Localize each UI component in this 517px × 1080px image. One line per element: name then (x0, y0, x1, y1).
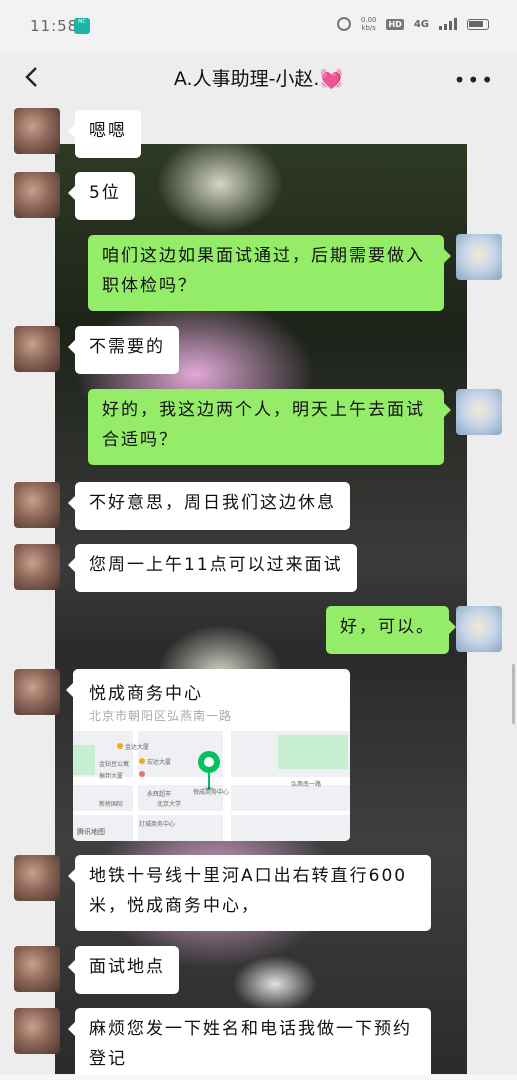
map-label: 新桥国际 (99, 801, 124, 808)
contact-avatar[interactable] (14, 172, 60, 218)
message-text: 好，可以。 (340, 617, 435, 637)
map-label: 金达大厦 (125, 744, 150, 751)
network-type: 4G (413, 18, 429, 30)
message-bubble[interactable]: 麻烦您发一下姓名和电话我做一下预约登记 (68, 1008, 431, 1075)
map-label: 北京大学 (157, 801, 182, 808)
bottom-edge (0, 1075, 517, 1080)
message-bubble[interactable]: 5位 (68, 172, 135, 220)
self-avatar[interactable] (456, 389, 502, 435)
location-map[interactable]: 金达大厦 宏达大厦 金钻豆公寓 振邦大厦 永辉超市 新桥国际 北京大学 灯城商务… (73, 731, 350, 841)
message-bubble[interactable]: 不好意思，周日我们这边休息 (68, 482, 350, 530)
message-bubble[interactable]: 您周一上午11点可以过来面试 (68, 544, 357, 592)
contact-avatar[interactable] (14, 108, 60, 154)
contact-avatar[interactable] (14, 544, 60, 590)
message-text: 地铁十号线十里河A口出右转直行600米，悦成商务中心， (89, 866, 408, 916)
contact-avatar[interactable] (14, 855, 60, 901)
message-bubble[interactable]: 嗯嗯 (68, 110, 141, 158)
message-text: 5位 (89, 183, 121, 203)
map-label: 灯城商务中心 (139, 821, 176, 828)
message-bubble[interactable]: 好，可以。 (326, 606, 456, 654)
chat-area[interactable]: 嗯嗯 5位 咱们这边如果面试通过，后期需要做入职体检吗？ 不需要的 好的，我这边… (0, 104, 517, 1075)
map-label: 振邦大厦 (99, 773, 124, 780)
message-text: 好的，我这边两个人，明天上午去面试合适吗？ (102, 400, 425, 450)
map-label: 金钻豆公寓 (99, 761, 130, 768)
message-text: 麻烦您发一下姓名和电话我做一下预约登记 (89, 1019, 412, 1069)
message-bubble[interactable]: 地铁十号线十里河A口出右转直行600米，悦成商务中心， (68, 855, 431, 931)
self-avatar[interactable] (456, 606, 502, 652)
more-icon[interactable]: ••• (454, 68, 495, 92)
message-bubble[interactable]: 咱们这边如果面试通过，后期需要做入职体检吗？ (88, 235, 451, 311)
message-text: 咱们这边如果面试通过，后期需要做入职体检吗？ (102, 246, 425, 296)
signal-icon (439, 18, 457, 30)
location-address: 北京市朝阳区弘燕南一路 (89, 709, 233, 723)
network-speed: 0.00 kb/s (360, 16, 377, 32)
location-name: 悦成商务中心 (89, 684, 203, 704)
message-text: 不需要的 (89, 337, 165, 357)
message-text: 嗯嗯 (89, 121, 127, 141)
location-card[interactable]: 悦成商务中心 北京市朝阳区弘燕南一路 金达大厦 宏达大厦 金钻豆公寓 振邦大厦 … (66, 669, 350, 841)
tencent-map-logo: 腾讯地图 (77, 828, 105, 836)
status-icons: 0.00 kb/s HD 4G (336, 16, 489, 32)
message-bubble[interactable]: 面试地点 (68, 946, 179, 994)
map-label: 悦成商务中心 (193, 789, 230, 796)
message-text: 您周一上午11点可以过来面试 (89, 555, 343, 575)
self-avatar[interactable] (456, 234, 502, 280)
map-label: 弘燕南一路 (291, 781, 322, 788)
app-notification-icon: MC (74, 18, 90, 34)
contact-avatar[interactable] (14, 669, 60, 715)
contact-avatar[interactable] (14, 482, 60, 528)
chat-header: A.人事助理-小赵.💓 ••• (0, 52, 517, 104)
message-bubble[interactable]: 好的，我这边两个人，明天上午去面试合适吗？ (88, 389, 451, 465)
contact-avatar[interactable] (14, 1008, 60, 1054)
map-label: 永辉超市 (147, 791, 172, 798)
status-time: 11:58 (30, 17, 79, 35)
alarm-icon (336, 17, 351, 31)
hd-icon: HD (386, 18, 404, 30)
message-text: 不好意思，周日我们这边休息 (89, 493, 336, 513)
status-bar: 11:58 MC 0.00 kb/s HD 4G (0, 0, 517, 52)
battery-icon (467, 18, 489, 30)
contact-avatar[interactable] (14, 946, 60, 992)
contact-avatar[interactable] (14, 326, 60, 372)
message-bubble[interactable]: 不需要的 (68, 326, 179, 374)
map-pin-icon (198, 751, 220, 773)
message-text: 面试地点 (89, 957, 165, 977)
chat-title: A.人事助理-小赵.💓 (173, 68, 344, 90)
map-label: 宏达大厦 (147, 759, 172, 766)
scrollbar[interactable] (512, 664, 515, 724)
